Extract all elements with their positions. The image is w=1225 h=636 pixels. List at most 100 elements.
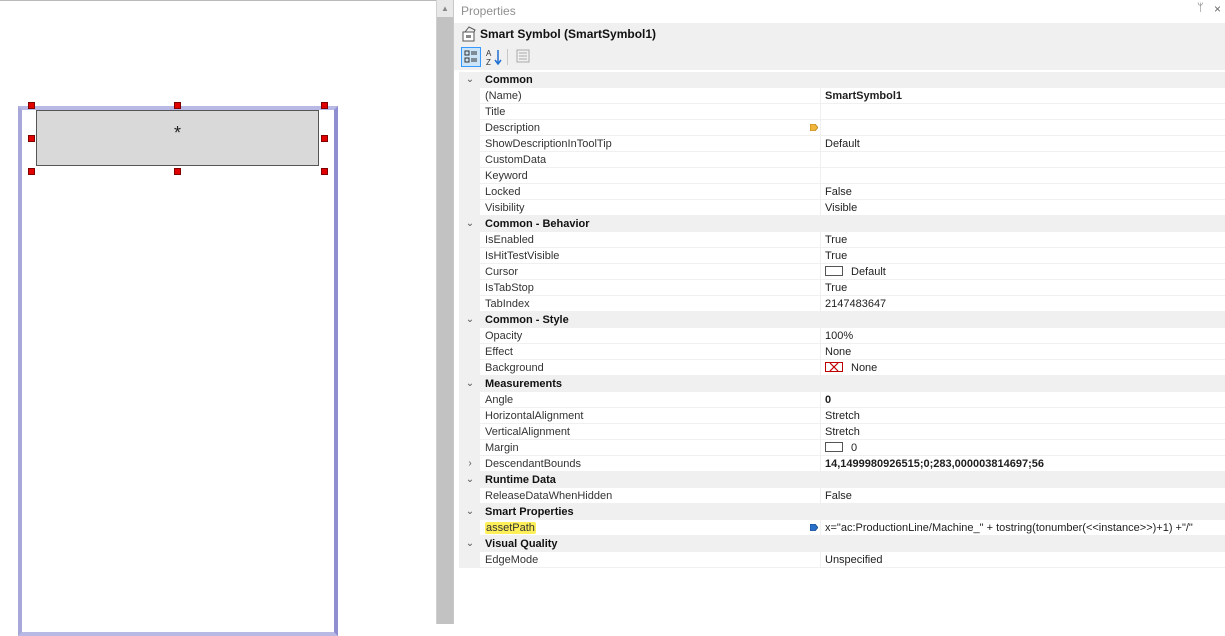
category-row[interactable]: ⌄ Common <box>459 72 1225 88</box>
smart-symbol-shape[interactable]: * <box>36 110 319 166</box>
property-row[interactable]: Visibility Visible <box>459 200 1225 216</box>
property-row[interactable]: IsTabStop True <box>459 280 1225 296</box>
column-splitter[interactable] <box>820 440 821 456</box>
property-row[interactable]: Opacity 100% <box>459 328 1225 344</box>
column-splitter[interactable] <box>820 168 821 184</box>
category-row[interactable]: ⌄ Common - Style <box>459 312 1225 328</box>
column-splitter[interactable] <box>820 344 821 360</box>
column-splitter[interactable] <box>820 328 821 344</box>
resize-handle-top-right[interactable] <box>321 102 328 109</box>
property-value[interactable]: Default <box>825 137 860 151</box>
resize-handle-top-left[interactable] <box>28 102 35 109</box>
collapse-chevron-icon[interactable]: ⌄ <box>464 472 476 488</box>
column-splitter[interactable] <box>820 392 821 408</box>
property-value[interactable]: False <box>825 489 852 503</box>
resize-handle-left[interactable] <box>28 135 35 142</box>
category-row[interactable]: ⌄ Visual Quality <box>459 536 1225 552</box>
alphabetical-sort-button[interactable]: A Z <box>484 47 504 67</box>
property-value[interactable]: x="ac:ProductionLine/Machine_" + tostrin… <box>825 521 1193 535</box>
column-splitter[interactable] <box>820 152 821 168</box>
value-swatch[interactable] <box>825 442 843 452</box>
property-value[interactable]: 0 <box>825 393 831 407</box>
smart-symbol-frame[interactable] <box>18 106 338 636</box>
property-row[interactable]: Effect None <box>459 344 1225 360</box>
column-splitter[interactable] <box>820 456 821 472</box>
category-row[interactable]: ⌄ Smart Properties <box>459 504 1225 520</box>
category-row[interactable]: ⌄ Measurements <box>459 376 1225 392</box>
column-splitter[interactable] <box>820 408 821 424</box>
collapse-chevron-icon[interactable]: ⌄ <box>464 376 476 392</box>
column-splitter[interactable] <box>820 184 821 200</box>
pin-icon[interactable]: ᛘ <box>1197 2 1204 14</box>
property-value[interactable]: Default <box>825 265 886 279</box>
property-row[interactable]: EdgeMode Unspecified <box>459 552 1225 568</box>
property-row[interactable]: Description <box>459 120 1225 136</box>
tag-marker-icon[interactable] <box>810 124 818 131</box>
property-value[interactable]: True <box>825 281 847 295</box>
property-value[interactable]: 2147483647 <box>825 297 886 311</box>
property-value[interactable]: SmartSymbol1 <box>825 89 902 103</box>
collapse-chevron-icon[interactable]: ⌄ <box>464 72 476 88</box>
resize-handle-bottom[interactable] <box>174 168 181 175</box>
column-splitter[interactable] <box>820 280 821 296</box>
property-value[interactable]: 0 <box>825 441 857 455</box>
column-splitter[interactable] <box>820 136 821 152</box>
resize-handle-bottom-left[interactable] <box>28 168 35 175</box>
column-splitter[interactable] <box>820 296 821 312</box>
property-row[interactable]: ReleaseDataWhenHidden False <box>459 488 1225 504</box>
property-value[interactable]: None <box>825 361 877 375</box>
collapse-chevron-icon[interactable]: ⌄ <box>464 216 476 232</box>
collapse-chevron-icon[interactable]: ⌄ <box>464 312 476 328</box>
property-value[interactable]: None <box>825 345 851 359</box>
resize-handle-bottom-right[interactable] <box>321 168 328 175</box>
column-splitter[interactable] <box>820 120 821 136</box>
property-value[interactable]: True <box>825 249 847 263</box>
no-brush-swatch-icon[interactable] <box>825 362 843 372</box>
close-icon[interactable]: × <box>1214 2 1221 16</box>
column-splitter[interactable] <box>820 552 821 568</box>
scroll-thumb[interactable] <box>437 17 453 624</box>
property-value[interactable]: Stretch <box>825 409 860 423</box>
property-row[interactable]: Title <box>459 104 1225 120</box>
column-splitter[interactable] <box>820 200 821 216</box>
property-value[interactable]: Visible <box>825 201 857 215</box>
property-value[interactable]: 100% <box>825 329 853 343</box>
property-value[interactable]: 14,1499980926515;0;283,000003814697;56 <box>825 457 1044 471</box>
property-row[interactable]: IsEnabled True <box>459 232 1225 248</box>
resize-handle-right[interactable] <box>321 135 328 142</box>
property-row[interactable]: Margin 0 <box>459 440 1225 456</box>
property-row[interactable]: Angle 0 <box>459 392 1225 408</box>
property-value[interactable]: Stretch <box>825 425 860 439</box>
property-value[interactable]: False <box>825 185 852 199</box>
property-value[interactable]: Unspecified <box>825 553 882 567</box>
category-row[interactable]: ⌄ Runtime Data <box>459 472 1225 488</box>
design-canvas[interactable]: * <box>0 0 436 636</box>
column-splitter[interactable] <box>820 88 821 104</box>
collapse-chevron-icon[interactable]: ⌄ <box>464 504 476 520</box>
property-row[interactable]: (Name) SmartSymbol1 <box>459 88 1225 104</box>
column-splitter[interactable] <box>820 360 821 376</box>
property-row[interactable]: Cursor Default <box>459 264 1225 280</box>
column-splitter[interactable] <box>820 520 821 536</box>
column-splitter[interactable] <box>820 104 821 120</box>
column-splitter[interactable] <box>820 488 821 504</box>
column-splitter[interactable] <box>820 248 821 264</box>
property-row[interactable]: HorizontalAlignment Stretch <box>459 408 1225 424</box>
property-value[interactable]: True <box>825 233 847 247</box>
column-splitter[interactable] <box>820 424 821 440</box>
category-row[interactable]: ⌄ Common - Behavior <box>459 216 1225 232</box>
binding-marker-icon[interactable] <box>810 524 818 531</box>
property-row[interactable]: assetPath x="ac:ProductionLine/Machine_" … <box>459 520 1225 536</box>
property-row[interactable]: IsHitTestVisible True <box>459 248 1225 264</box>
property-row[interactable]: TabIndex 2147483647 <box>459 296 1225 312</box>
value-swatch[interactable] <box>825 266 843 276</box>
property-row[interactable]: VerticalAlignment Stretch <box>459 424 1225 440</box>
column-splitter[interactable] <box>820 232 821 248</box>
property-row[interactable]: ShowDescriptionInToolTip Default <box>459 136 1225 152</box>
property-row[interactable]: › DescendantBounds 14,1499980926515;0;283,… <box>459 456 1225 472</box>
scroll-up-arrow-icon[interactable]: ▲ <box>437 0 453 17</box>
property-pages-button[interactable] <box>514 47 534 67</box>
categorized-view-button[interactable] <box>461 47 481 67</box>
property-row[interactable]: Locked False <box>459 184 1225 200</box>
expand-chevron-icon[interactable]: › <box>464 456 476 472</box>
